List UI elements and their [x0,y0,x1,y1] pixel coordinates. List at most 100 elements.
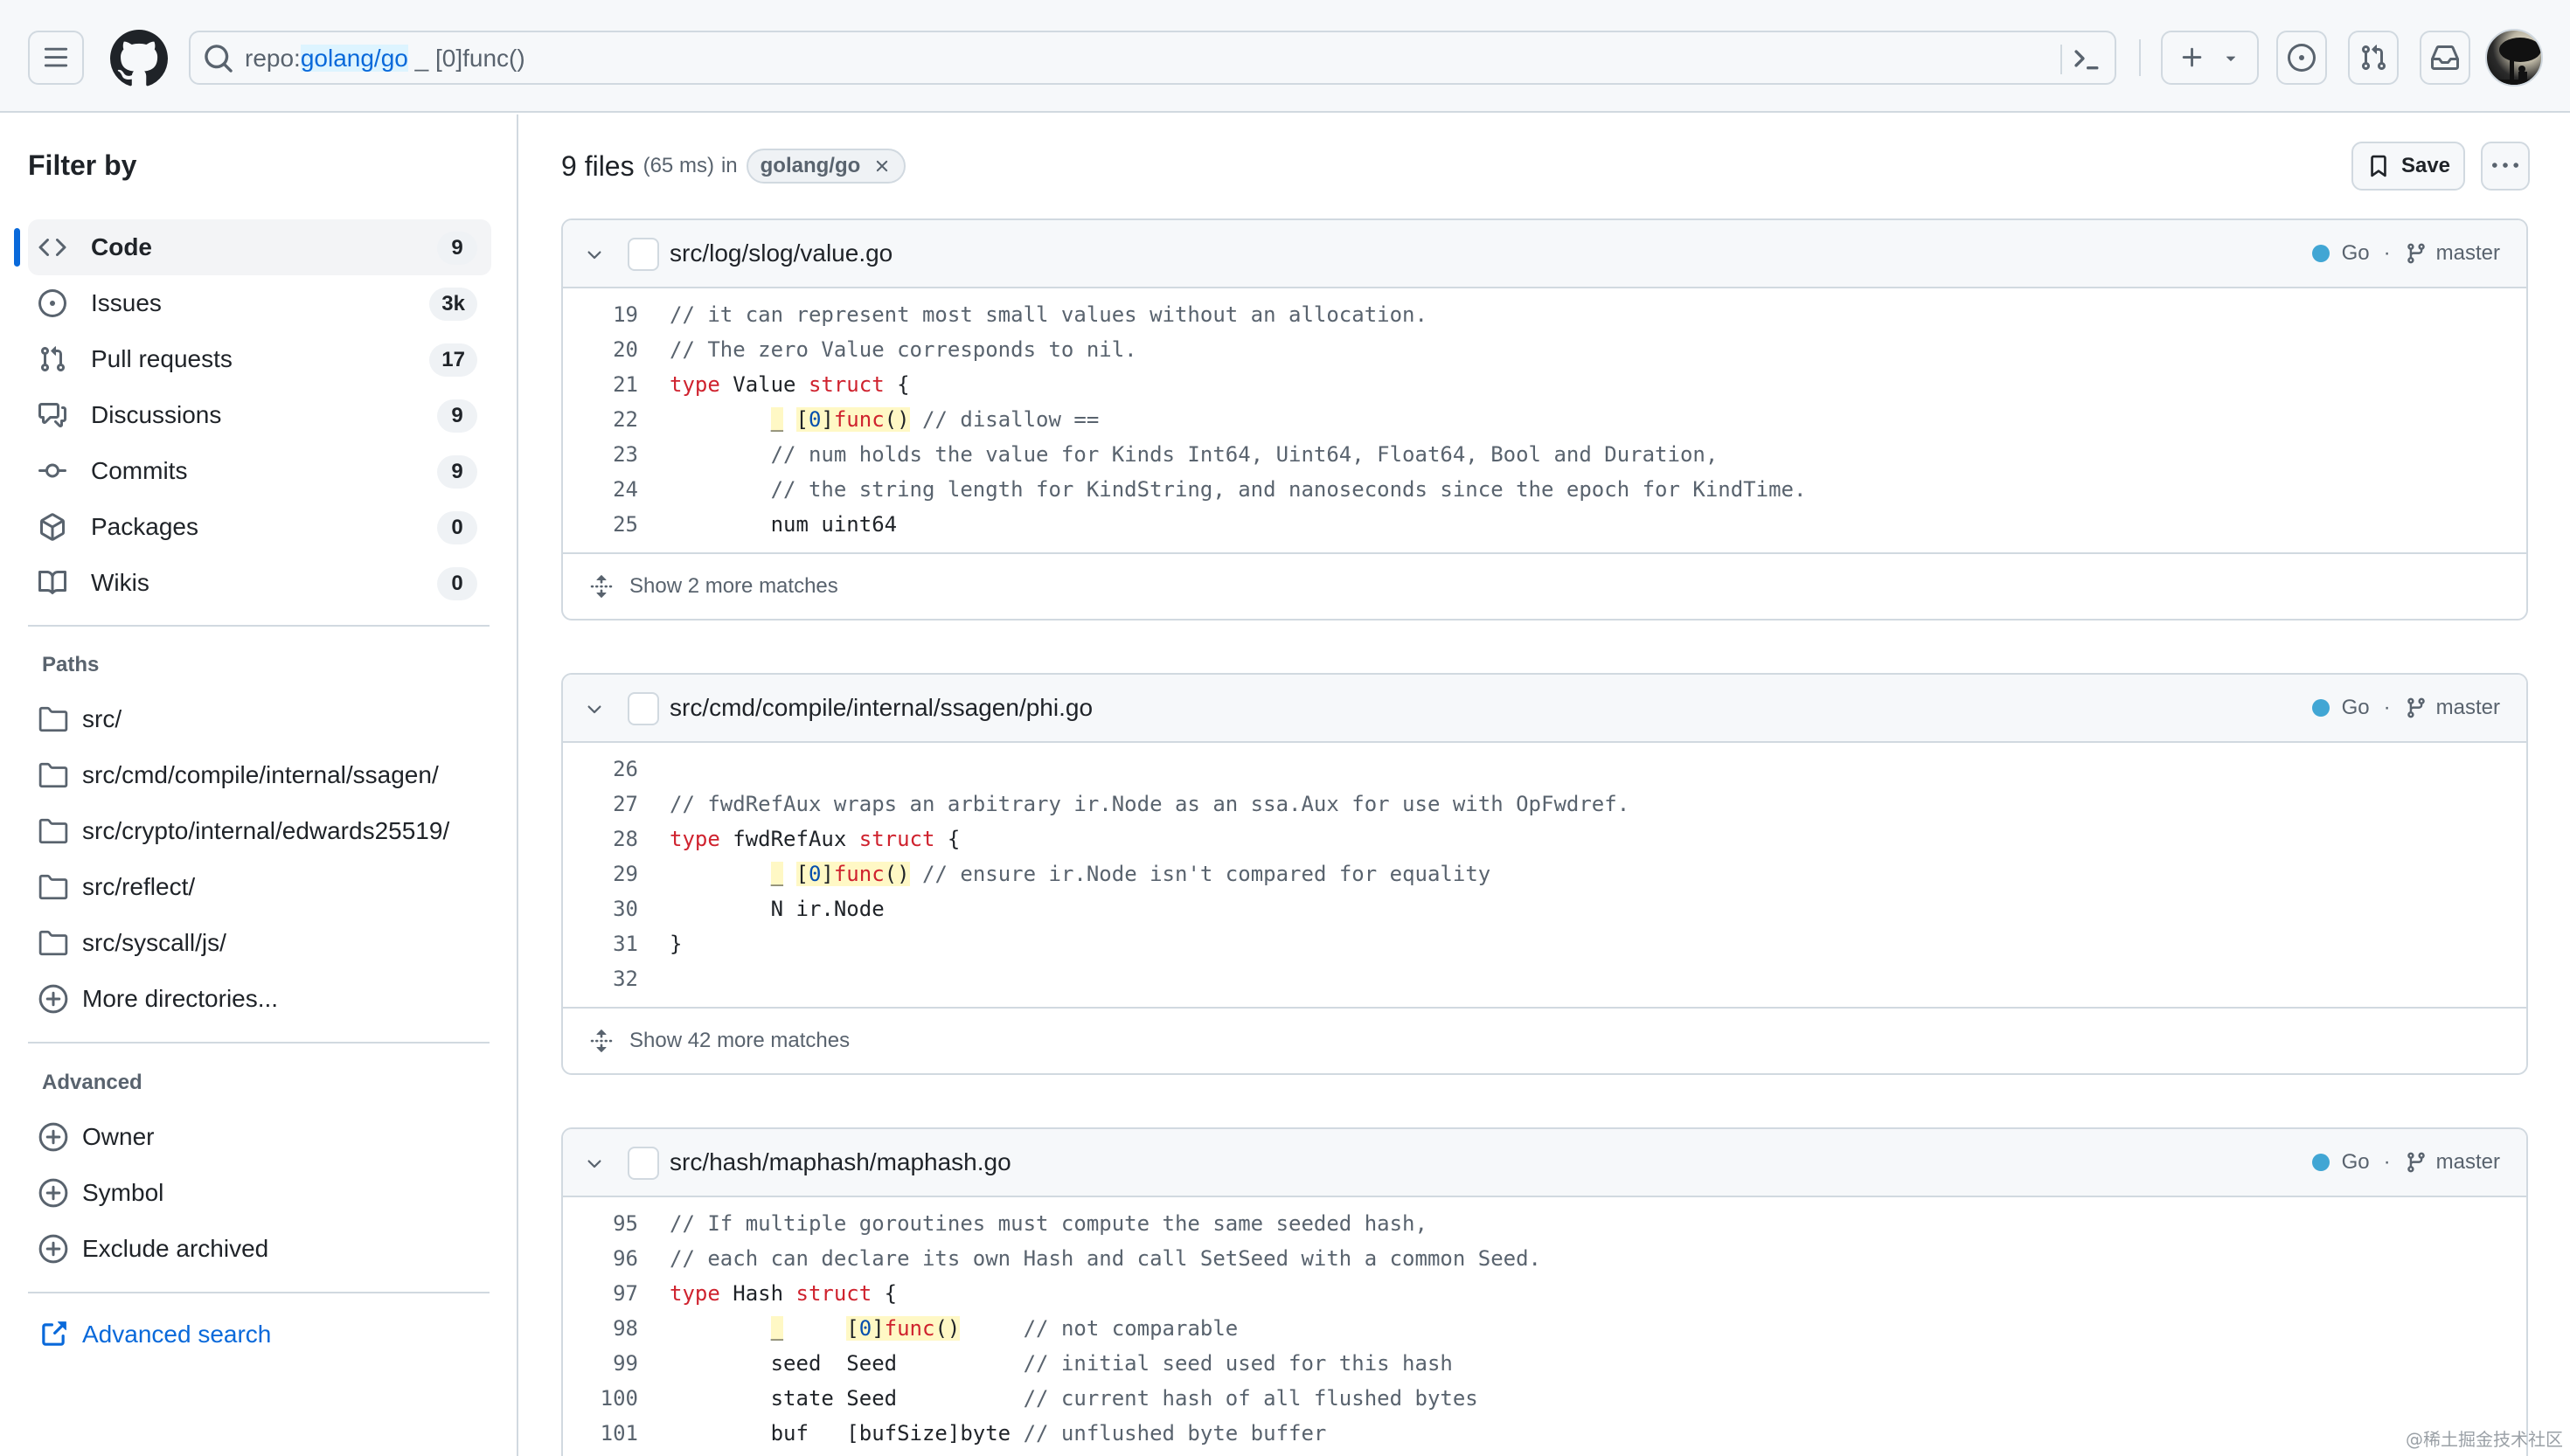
terminal-icon[interactable] [2071,43,2102,74]
folder-icon [38,818,68,844]
search-input[interactable]: repo:golang/go _ [0]func() [189,31,2116,85]
plus-circle-icon [38,1178,68,1208]
line-number[interactable]: 21 [563,372,638,397]
more-options-button[interactable] [2481,142,2530,191]
code-token: Value [719,372,809,397]
code-token: // If multiple goroutines must compute t… [670,1211,1427,1236]
match-highlight: 0 [808,407,822,432]
path-filter-link[interactable]: src/crypto/internal/edwards25519/ [38,807,449,856]
file-path-link[interactable]: src/cmd/compile/internal/ssagen/phi.go [670,694,1093,722]
bookmark-icon [2371,155,2386,177]
code-line: 30 N ir.Node [563,891,2526,926]
path-filter-link[interactable]: src/cmd/compile/internal/ssagen/ [38,751,439,800]
filter-type-pull-requests[interactable]: Pull requests 17 [28,331,491,387]
code-token: // disallow == [922,407,1100,432]
filter-type-code[interactable]: Code 9 [14,219,491,275]
code-result-card: src/log/slog/value.go Go · master 19 // i… [561,218,2528,621]
filter-type-wikis[interactable]: Wikis 0 [28,555,491,611]
line-number[interactable]: 99 [563,1351,638,1376]
line-number[interactable]: 101 [563,1421,638,1446]
your-pull-requests-button[interactable] [2348,31,2399,85]
match-highlight: 0 [808,862,822,886]
code-line: 99 seed Seed // initial seed used for th… [563,1346,2526,1381]
line-number[interactable]: 96 [563,1246,638,1271]
line-number[interactable]: 28 [563,827,638,851]
code-token: // The zero Value corresponds to nil. [670,337,1137,362]
line-code: _ [0]func() // disallow == [638,407,1099,432]
more-directories-link[interactable]: More directories... [38,974,278,1023]
line-number[interactable]: 95 [563,1211,638,1236]
open-global-navigation-button[interactable] [28,31,84,85]
code-icon [38,238,66,257]
advanced-filter-symbol[interactable]: Symbol [38,1168,163,1217]
file-path-link[interactable]: src/hash/maphash/maphash.go [670,1148,1011,1176]
your-issues-button[interactable] [2276,31,2327,85]
advanced-filter-label: Symbol [82,1179,164,1206]
results-summary: 9 files (65 ms) in golang/go [561,149,906,184]
line-number[interactable]: 97 [563,1281,638,1306]
chevron-down-icon[interactable] [584,699,605,720]
issue-opened-icon [38,289,66,317]
repo-owner-avatar[interactable] [628,238,659,271]
line-number[interactable]: 25 [563,512,638,537]
line-number[interactable]: 19 [563,302,638,327]
line-number[interactable]: 24 [563,477,638,502]
notifications-inbox-button[interactable] [2420,31,2470,85]
save-search-button[interactable]: Save [2351,142,2465,191]
show-more-matches-button[interactable]: Show 2 more matches [563,552,2526,619]
filter-type-commits[interactable]: Commits 9 [28,443,491,499]
path-filter-link[interactable]: src/ [38,695,122,744]
filter-type-issues[interactable]: Issues 3k [28,275,491,331]
repo-owner-avatar[interactable] [628,1147,659,1180]
search-query[interactable]: repo:golang/go _ [0]func() [245,45,525,73]
advanced-filter-exclude-archived[interactable]: Exclude archived [38,1224,268,1273]
path-filter-link[interactable]: src/reflect/ [38,863,195,912]
close-icon[interactable] [872,156,892,176]
code-result-card: src/cmd/compile/internal/ssagen/phi.go G… [561,673,2528,1075]
line-number[interactable]: 29 [563,862,638,886]
filter-type-label: Issues [91,289,162,316]
repo-owner-avatar[interactable] [628,692,659,725]
filter-type-discussions[interactable]: Discussions 9 [28,387,491,443]
advanced-filter-owner[interactable]: Owner [38,1113,154,1161]
create-new-button[interactable] [2161,31,2259,85]
branch-label: master [2435,241,2500,265]
show-more-matches-button[interactable]: Show 42 more matches [563,1007,2526,1073]
advanced-search-link[interactable]: Advanced search [38,1310,271,1359]
code-token: fwdRefAux [719,827,859,851]
github-logo-link[interactable] [109,30,168,87]
line-code: type fwdRefAux struct { [638,827,960,851]
user-avatar[interactable] [2485,29,2543,87]
line-number[interactable]: 22 [563,407,638,432]
package-icon [40,513,65,541]
advanced-filter-label: Exclude archived [82,1235,269,1262]
line-number[interactable]: 27 [563,792,638,816]
advanced-search-label: Advanced search [82,1321,272,1348]
match-highlight: ] [872,1316,885,1341]
line-number[interactable]: 32 [563,967,638,991]
code-token: state Seed [670,1386,1024,1411]
folder-icon [38,762,68,788]
line-number[interactable]: 100 [563,1386,638,1411]
repo-filter-chip: golang/go [746,149,906,184]
path-label: src/cmd/compile/internal/ssagen/ [82,761,439,788]
triangle-down-icon [2226,56,2236,61]
code-token: // the string length for KindString, and… [770,477,1807,502]
line-number[interactable]: 98 [563,1316,638,1341]
code-token: // initial seed used for this hash [1023,1351,1453,1376]
path-filter-link[interactable]: src/syscall/js/ [38,919,226,967]
line-number[interactable]: 30 [563,897,638,921]
line-number[interactable]: 26 [563,757,638,781]
chevron-down-icon[interactable] [584,1154,605,1175]
line-number[interactable]: 20 [563,337,638,362]
chevron-down-icon[interactable] [584,245,605,266]
file-path-link[interactable]: src/log/slog/value.go [670,239,893,267]
line-number[interactable]: 31 [563,932,638,956]
line-number[interactable]: 23 [563,442,638,467]
code-line: 19 // it can represent most small values … [563,297,2526,332]
line-code: buf [bufSize]byte // unflushed byte buff… [638,1421,1327,1446]
filter-type-label: Code [91,233,152,260]
code-token: num uint64 [670,512,898,537]
filter-type-packages[interactable]: Packages 0 [28,499,491,555]
